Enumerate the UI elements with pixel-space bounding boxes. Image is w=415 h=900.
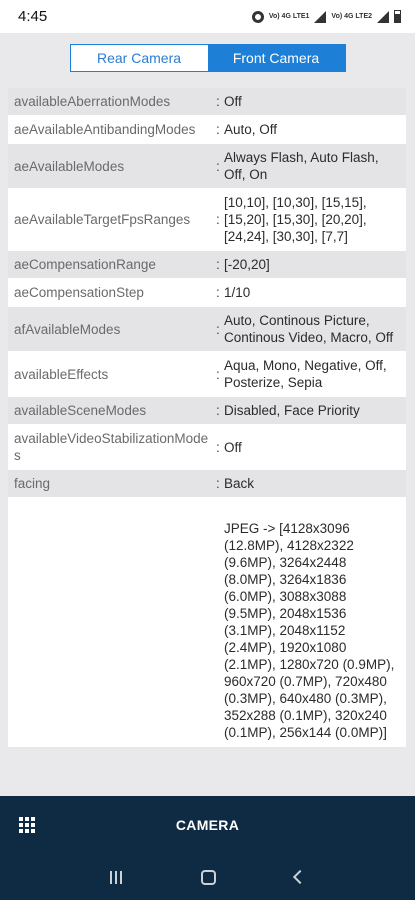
item-key: availableEffects xyxy=(14,366,109,382)
system-nav-bar xyxy=(0,854,415,900)
camera-tabs-container: Rear Camera Front Camera xyxy=(0,33,415,83)
settings-notification-icon xyxy=(251,10,264,23)
item-separator: : xyxy=(216,321,220,337)
item-key: aeAvailableModes xyxy=(14,158,125,174)
item-value: [-20,20] xyxy=(224,257,270,272)
item-key: facing xyxy=(14,476,51,491)
item-value: JPEG -> [4128x3096 (12.8MP), 4128x2322 (… xyxy=(224,521,395,740)
item-value: Auto, Off xyxy=(224,122,278,137)
camera-tabs: Rear Camera Front Camera xyxy=(69,44,346,72)
list-item: aeCompensationRange : [-20,20] xyxy=(8,251,406,279)
item-separator: : xyxy=(216,439,220,455)
item-separator: : xyxy=(216,122,220,137)
back-icon[interactable] xyxy=(293,869,308,885)
item-key: availableAberrationModes xyxy=(14,94,171,109)
volte2-indicator: Vo) 4G LTE2 xyxy=(331,13,372,20)
status-icons: Vo) 4G LTE1 Vo) 4G LTE2 xyxy=(251,10,401,23)
characteristics-list[interactable]: availableAberrationModes : Off aeAvailab… xyxy=(8,88,406,785)
signal-icon-2 xyxy=(377,10,389,23)
tab-rear-camera[interactable]: Rear Camera xyxy=(70,45,208,71)
list-item: facing : Back xyxy=(8,470,406,498)
tab-front-camera[interactable]: Front Camera xyxy=(207,45,345,71)
list-item: aeAvailableTargetFpsRanges : [10,10], [1… xyxy=(8,189,406,251)
list-item: JPEG -> [4128x3096 (12.8MP), 4128x2322 (… xyxy=(8,498,406,747)
item-value: Back xyxy=(224,476,255,491)
home-icon[interactable] xyxy=(200,869,216,885)
item-value: [10,10], [10,30], [15,15], [15,20], [15,… xyxy=(224,195,367,244)
battery-icon xyxy=(394,10,401,23)
signal-icon xyxy=(314,10,327,23)
volte1-indicator: Vo) 4G LTE1 xyxy=(268,13,310,20)
item-separator: : xyxy=(216,403,220,418)
item-value: Disabled, Face Priority xyxy=(224,403,360,418)
item-separator: : xyxy=(216,476,220,491)
section-title: CAMERA xyxy=(175,817,240,833)
item-key: availableVideoStabilizationModes xyxy=(14,431,209,463)
list-item: availableAberrationModes : Off xyxy=(8,88,406,116)
item-separator: : xyxy=(216,158,220,174)
list-item: aeCompensationStep : 1/10 xyxy=(8,279,406,307)
item-key: aeAvailableTargetFpsRanges xyxy=(14,212,191,227)
bottom-app-bar: CAMERA xyxy=(0,796,415,854)
item-key: availableSceneModes xyxy=(14,403,147,418)
item-separator: : xyxy=(216,257,220,272)
status-bar: 4:45 Vo) 4G LTE1 Vo) 4G LTE2 xyxy=(0,0,415,33)
item-separator: : xyxy=(216,94,220,109)
item-value: Always Flash, Auto Flash, Off, On xyxy=(224,150,379,182)
item-key: aeCompensationStep xyxy=(14,285,144,300)
grid-menu-icon[interactable] xyxy=(19,817,35,833)
item-value: Aqua, Mono, Negative, Off, Posterize, Se… xyxy=(224,358,387,390)
item-key: aeCompensationRange xyxy=(14,257,156,272)
list-item: availableVideoStabilizationModes : Off xyxy=(8,425,406,470)
list-item: availableEffects : Aqua, Mono, Negative,… xyxy=(8,352,406,397)
list-item: availableSceneModes : Disabled, Face Pri… xyxy=(8,397,406,425)
item-key: aeAvailableAntibandingModes xyxy=(14,122,196,137)
item-separator: : xyxy=(216,212,220,227)
recent-apps-icon[interactable] xyxy=(109,870,122,884)
item-separator: : xyxy=(216,285,220,300)
list-item: aeAvailableAntibandingModes : Auto, Off xyxy=(8,116,406,144)
item-value: 1/10 xyxy=(224,285,251,300)
item-value: Auto, Continous Picture, Continous Video… xyxy=(224,313,394,345)
status-time: 4:45 xyxy=(18,8,48,25)
item-value: Off xyxy=(224,94,242,109)
item-key: afAvailableModes xyxy=(14,321,121,337)
list-item: aeAvailableModes : Always Flash, Auto Fl… xyxy=(8,144,406,189)
item-separator: : xyxy=(216,366,220,382)
list-item: afAvailableModes : Auto, Continous Pictu… xyxy=(8,307,406,352)
item-value: Off xyxy=(224,439,242,455)
